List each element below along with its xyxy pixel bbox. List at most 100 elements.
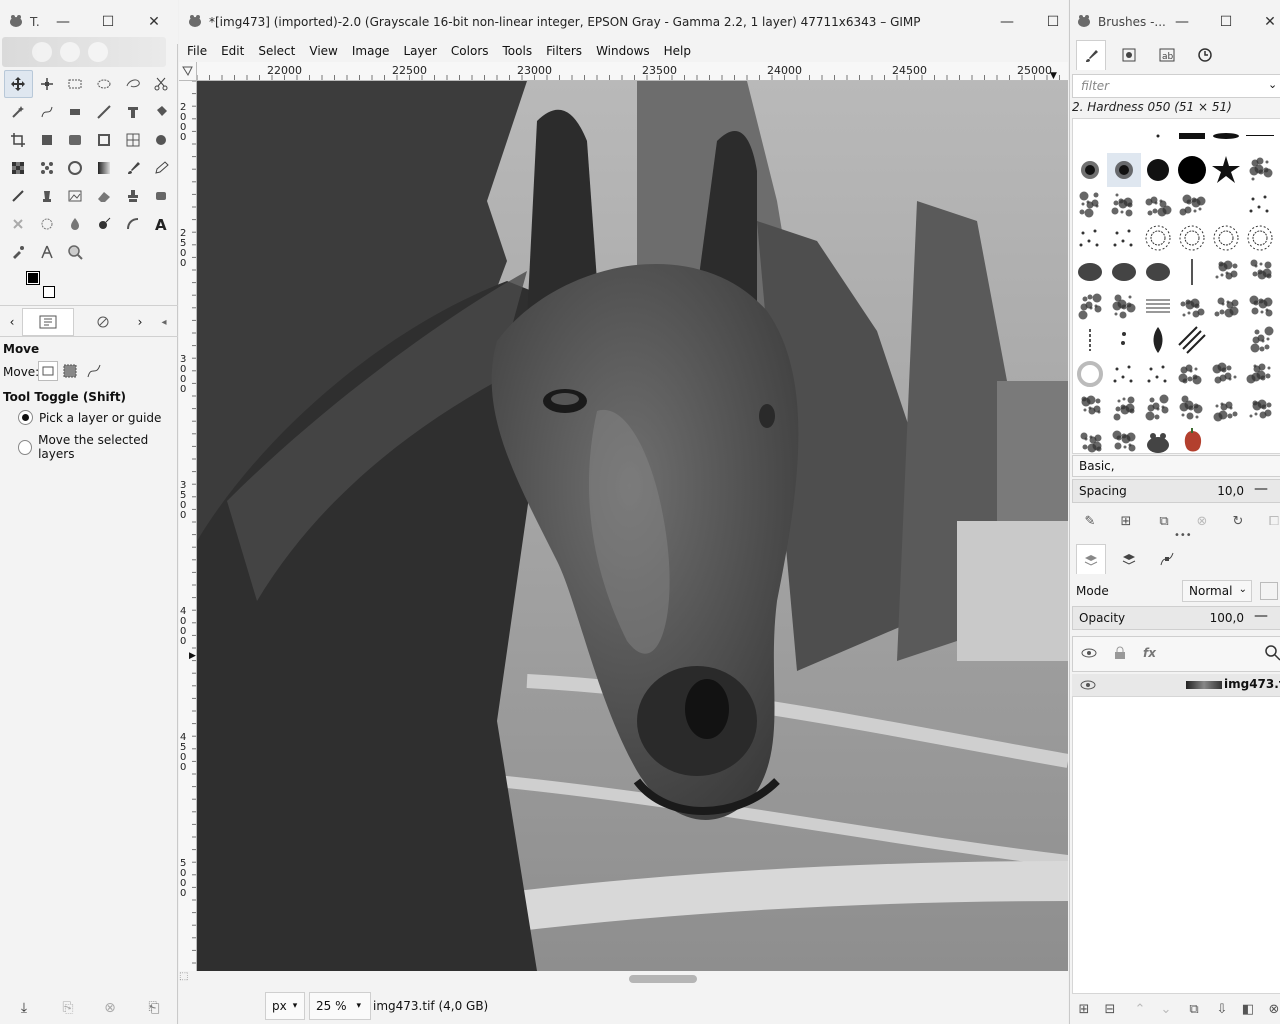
brush-filter-input[interactable]: filter: [1072, 74, 1280, 98]
delete-layer-icon[interactable]: ⊗: [1264, 999, 1280, 1019]
brush-preview[interactable]: [1073, 119, 1107, 153]
brush-grid[interactable]: [1072, 118, 1280, 454]
layer-visibility-eye-icon[interactable]: [1080, 679, 1096, 694]
menu-filters[interactable]: Filters: [546, 44, 582, 58]
brush-preview[interactable]: [1243, 425, 1277, 453]
opacity-decrease-icon[interactable]: —: [1254, 608, 1268, 624]
menu-help[interactable]: Help: [664, 44, 691, 58]
brush-preview[interactable]: [1243, 255, 1277, 289]
reset-options-icon[interactable]: ⎗: [144, 998, 164, 1018]
minimize-icon[interactable]: —: [55, 14, 71, 30]
move-selection-icon[interactable]: [62, 363, 78, 382]
search-icon[interactable]: [1265, 645, 1280, 664]
brush-preview[interactable]: [1243, 153, 1277, 187]
merge-layer-icon[interactable]: ⇩: [1212, 999, 1232, 1019]
lower-layer-icon[interactable]: ⌄: [1156, 999, 1176, 1019]
menu-windows[interactable]: Windows: [596, 44, 650, 58]
brush-preview[interactable]: [1073, 221, 1107, 255]
brush-preview[interactable]: [1073, 323, 1107, 357]
mask-layer-icon[interactable]: ◧: [1238, 999, 1258, 1019]
measure-compass-icon[interactable]: [33, 238, 62, 266]
minimize-icon[interactable]: —: [999, 14, 1015, 30]
perspective-clone-icon[interactable]: [147, 126, 176, 154]
horizontal-ruler[interactable]: 22000 22500 23000 23500 24000 24500 2500…: [197, 62, 1068, 81]
brush-preview[interactable]: [1243, 323, 1277, 357]
spacing-decrease-icon[interactable]: —: [1254, 481, 1268, 497]
menu-file[interactable]: File: [187, 44, 207, 58]
smudge-tool-icon[interactable]: [4, 210, 33, 238]
brush-preview[interactable]: [1175, 119, 1209, 153]
maximize-icon[interactable]: ☐: [1218, 14, 1234, 30]
brush-preview[interactable]: [1243, 187, 1277, 221]
brush-preview[interactable]: [1107, 119, 1141, 153]
brush-preview[interactable]: [1175, 221, 1209, 255]
brush-preview[interactable]: [1175, 357, 1209, 391]
brush-preview[interactable]: [1107, 323, 1141, 357]
brush-preview[interactable]: [1209, 255, 1243, 289]
brush-preview[interactable]: [1209, 119, 1243, 153]
brush-tag-select[interactable]: Basic,: [1072, 455, 1280, 477]
tab-fonts[interactable]: ab: [1152, 40, 1182, 70]
brush-preview[interactable]: [1209, 187, 1243, 221]
edit-brush-icon[interactable]: ✎: [1080, 511, 1100, 531]
paint-select-icon[interactable]: [61, 154, 90, 182]
ellipse-select-icon[interactable]: [90, 70, 119, 98]
move-layer-icon[interactable]: [38, 361, 58, 381]
tab-tool-options[interactable]: [22, 308, 74, 336]
foreground-color-swatch[interactable]: [26, 271, 40, 285]
brush-preview[interactable]: [1141, 187, 1175, 221]
brush-preview[interactable]: [1141, 391, 1175, 425]
dodge-tool-icon[interactable]: [90, 210, 119, 238]
brush-preview[interactable]: [1243, 221, 1277, 255]
brush-preview[interactable]: [1107, 255, 1141, 289]
horizontal-scrollbar-thumb[interactable]: [629, 975, 697, 983]
filter-chevron-icon[interactable]: ⌄: [1268, 78, 1277, 91]
brush-preview[interactable]: [1107, 153, 1141, 187]
warp-tool-icon[interactable]: [118, 210, 147, 238]
lock-column-icon[interactable]: [1113, 646, 1127, 663]
tab-brushes[interactable]: [1076, 40, 1106, 70]
duplicate-layer-icon[interactable]: ⧉: [1184, 999, 1204, 1019]
brush-preview[interactable]: [1209, 357, 1243, 391]
menu-edit[interactable]: Edit: [221, 44, 244, 58]
menu-layer[interactable]: Layer: [403, 44, 436, 58]
free-select-icon[interactable]: [118, 70, 147, 98]
clone-tool-icon[interactable]: [118, 182, 147, 210]
brush-preview[interactable]: [1175, 323, 1209, 357]
brush-preview[interactable]: [1107, 289, 1141, 323]
brush-preview[interactable]: [1141, 255, 1175, 289]
image-canvas[interactable]: [197, 81, 1068, 971]
airbrush-icon[interactable]: [4, 182, 33, 210]
raise-layer-icon[interactable]: ⌃: [1130, 999, 1150, 1019]
close-icon[interactable]: ✕: [1262, 14, 1278, 30]
brush-preview[interactable]: [1141, 323, 1175, 357]
brush-preview[interactable]: [1141, 153, 1175, 187]
tab-scroll-right-icon[interactable]: ›: [132, 308, 148, 336]
brush-preview[interactable]: [1175, 425, 1209, 453]
brush-preview[interactable]: [1175, 289, 1209, 323]
measure-icon[interactable]: [90, 98, 119, 126]
brush-preview[interactable]: [1107, 221, 1141, 255]
brush-preview[interactable]: [1175, 187, 1209, 221]
brush-preview[interactable]: [1141, 289, 1175, 323]
layers-list-area[interactable]: [1072, 696, 1280, 994]
brush-preview[interactable]: [1073, 391, 1107, 425]
opacity-slider[interactable]: Opacity 100,0 —: [1072, 606, 1280, 630]
brush-preview[interactable]: [1073, 187, 1107, 221]
text-tool-icon[interactable]: A: [147, 210, 176, 238]
brush-preview[interactable]: [1073, 255, 1107, 289]
cage-transform-icon[interactable]: [118, 126, 147, 154]
unit-select[interactable]: px ▾: [265, 992, 305, 1020]
brush-preview[interactable]: [1141, 119, 1175, 153]
brush-preview[interactable]: [1141, 221, 1175, 255]
scissors-select-icon[interactable]: [147, 70, 176, 98]
gradient-pattern-icon[interactable]: [4, 154, 33, 182]
brush-preview[interactable]: [1209, 391, 1243, 425]
move-path-icon[interactable]: [86, 363, 102, 382]
paths-tool-icon[interactable]: [33, 98, 62, 126]
blur-tool-icon[interactable]: [33, 210, 62, 238]
duplicate-brush-icon[interactable]: ⧉: [1154, 511, 1174, 531]
refresh-brushes-icon[interactable]: ↻: [1228, 511, 1248, 531]
brush-preview[interactable]: [1175, 255, 1209, 289]
bucket-tool-icon[interactable]: [147, 98, 176, 126]
